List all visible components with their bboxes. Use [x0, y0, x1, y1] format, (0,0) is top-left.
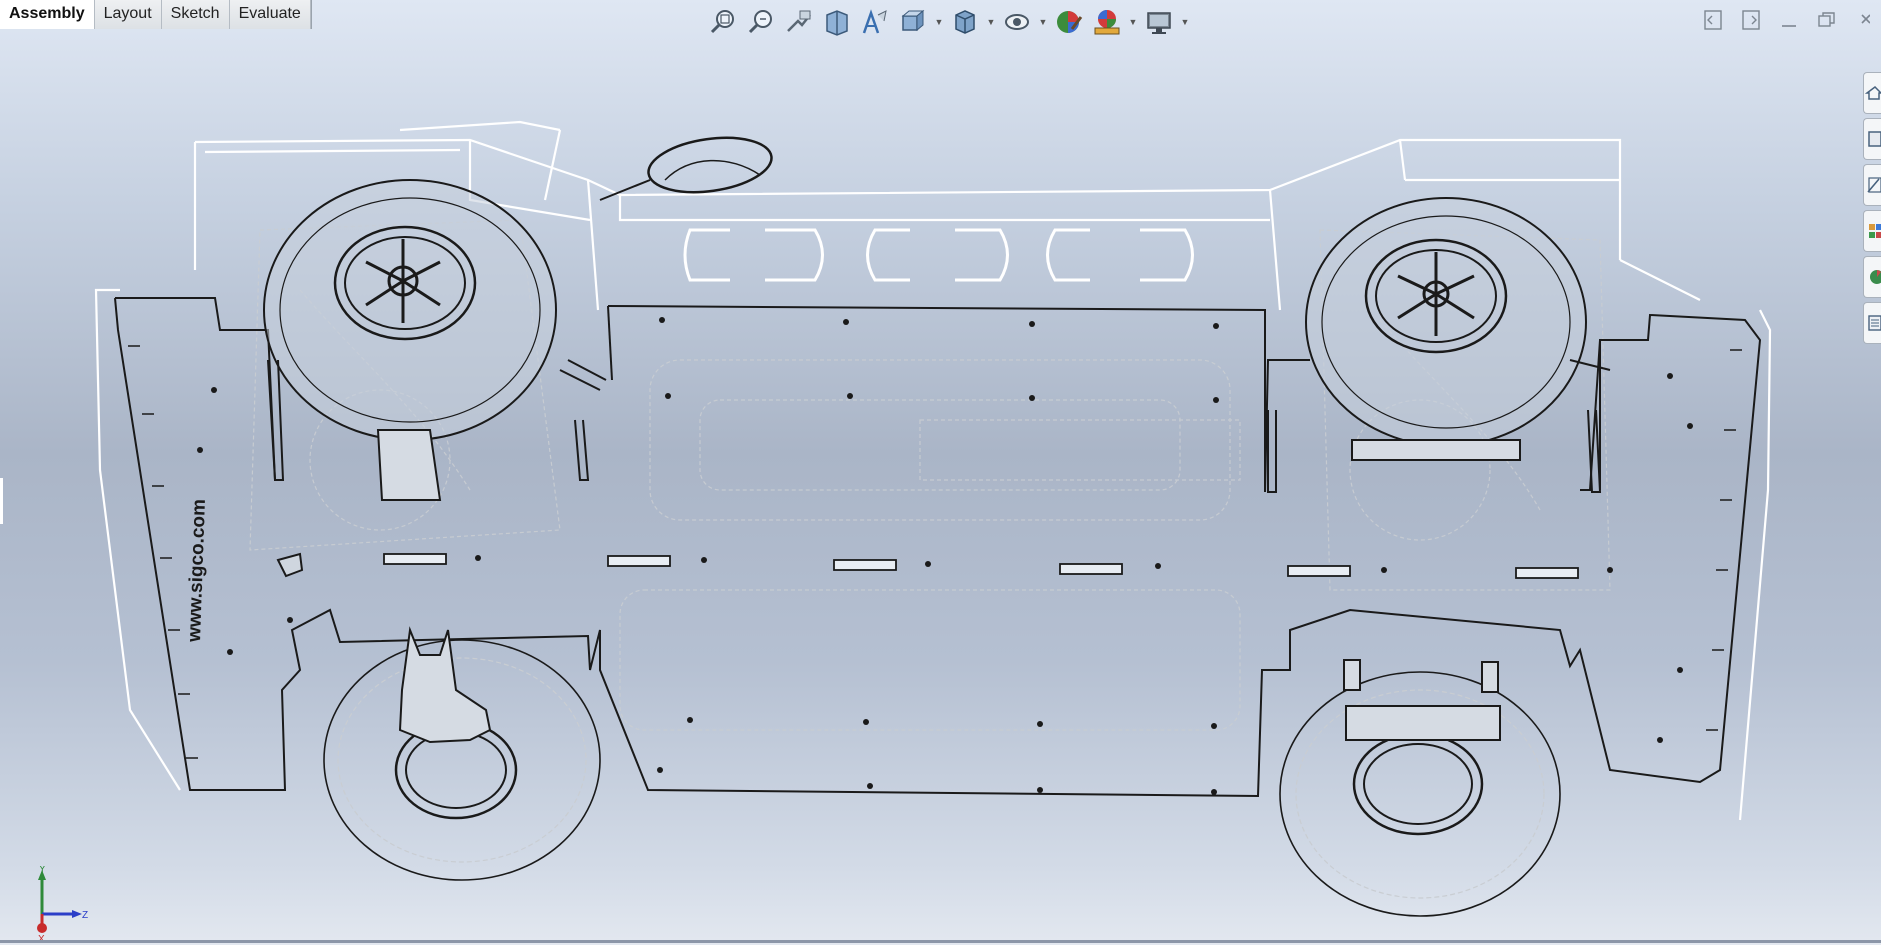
feature-tree-handle[interactable]: [0, 478, 3, 524]
close-icon[interactable]: [1853, 8, 1877, 32]
restore-icon[interactable]: [1815, 8, 1839, 32]
tab-layout[interactable]: Layout: [94, 0, 162, 29]
front-left-wheel: [263, 179, 557, 441]
command-manager-tabs: Assembly Layout Sketch Evaluate: [0, 0, 312, 29]
upper-panel-slots: [683, 228, 1194, 282]
tab-sketch[interactable]: Sketch: [161, 0, 230, 29]
tile-right-icon[interactable]: [1739, 8, 1763, 32]
triad-z-label: Z: [82, 910, 88, 921]
appearances-icon[interactable]: [1863, 256, 1881, 298]
home-icon[interactable]: [1863, 72, 1881, 114]
minimize-icon[interactable]: [1777, 8, 1801, 32]
view-palette-icon[interactable]: [1863, 210, 1881, 252]
floor-slots: [383, 553, 1579, 579]
rear-motor-brackets: [376, 429, 1521, 744]
triad-y-label: Y: [39, 866, 46, 875]
front-right-wheel: [1305, 197, 1587, 447]
reference-triad: Y Z X: [37, 866, 88, 944]
status-divider: [0, 940, 1881, 943]
chassis-assembly-model[interactable]: www.sigco.com: [0, 30, 1881, 940]
tab-assembly[interactable]: Assembly: [0, 0, 95, 29]
file-explorer-icon[interactable]: [1863, 164, 1881, 206]
task-pane: [1863, 72, 1881, 344]
window-controls: [1701, 8, 1881, 32]
graphics-area[interactable]: www.sigco.com Y Z X: [0, 30, 1881, 944]
small-hub: [276, 552, 304, 578]
tile-left-icon[interactable]: [1701, 8, 1725, 32]
rear-left-wheel: [323, 639, 601, 881]
custom-properties-icon[interactable]: [1863, 302, 1881, 344]
tab-evaluate[interactable]: Evaluate: [229, 0, 311, 29]
side-panel-engraving: www.sigco.com: [184, 499, 210, 644]
steering-wheel: [599, 136, 773, 201]
design-library-icon[interactable]: [1863, 118, 1881, 160]
